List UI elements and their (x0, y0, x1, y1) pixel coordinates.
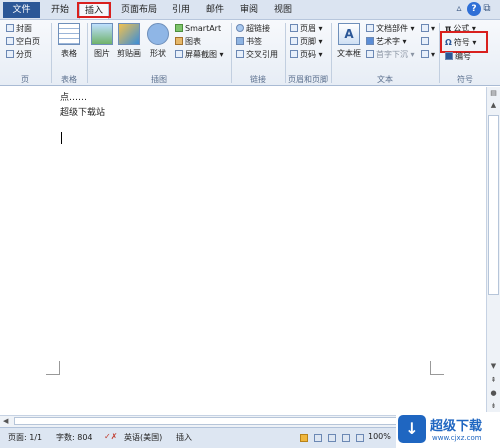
proofing-icon[interactable]: ✓✗ (104, 432, 117, 441)
next-page-icon[interactable]: ⇟ (488, 402, 499, 412)
header-icon (290, 24, 298, 32)
page-break-button[interactable]: 分页 (6, 49, 32, 60)
group-label-header-footer: 页眉和页脚 (288, 75, 328, 84)
table-button[interactable]: 表格 (55, 23, 83, 59)
ruler-toggle-icon[interactable]: ▤ (488, 89, 499, 99)
cover-page-button[interactable]: 封面 (6, 23, 32, 34)
ribbon-tab-bar: 文件 开始 插入 页面布局 引用 邮件 审阅 视图 ▵ ? ⧉ (0, 0, 500, 20)
tab-file[interactable]: 文件 (3, 2, 40, 18)
tab-references[interactable]: 引用 (168, 2, 194, 19)
tab-review[interactable]: 审阅 (236, 2, 262, 19)
shapes-button[interactable]: 形状 (146, 23, 170, 59)
cross-reference-icon (236, 50, 244, 58)
group-label-tables: 表格 (61, 75, 77, 84)
hyperlink-icon (236, 24, 244, 32)
header-button[interactable]: 页眉 ▾ (290, 23, 323, 34)
table-icon (58, 23, 80, 45)
object-icon (421, 50, 429, 58)
tab-page-layout[interactable]: 页面布局 (117, 2, 161, 19)
group-label-pages: 页 (21, 75, 29, 84)
footer-icon (290, 37, 298, 45)
screenshot-button[interactable]: 屏幕截图 ▾ (175, 49, 224, 60)
vertical-scrollbar[interactable]: ▤ ▲ ▼ ⇞ ● ⇟ (486, 87, 500, 415)
smartart-icon (175, 24, 183, 32)
draft-view-icon[interactable] (356, 434, 364, 442)
chart-icon (175, 37, 183, 45)
smartart-button[interactable]: SmartArt (175, 23, 221, 34)
tab-mailings[interactable]: 邮件 (202, 2, 228, 19)
insert-mode-status[interactable]: 插入 (176, 432, 192, 443)
web-layout-view-icon[interactable] (328, 434, 336, 442)
help-icon[interactable]: ? (467, 2, 481, 16)
clipart-icon (118, 23, 140, 45)
hyperlink-button[interactable]: 超链接 (236, 23, 270, 34)
tab-home[interactable]: 开始 (46, 2, 74, 19)
clipart-button[interactable]: 剪贴画 (114, 23, 144, 59)
outline-view-icon[interactable] (342, 434, 350, 442)
date-time-button[interactable] (421, 36, 431, 47)
text-cursor (61, 132, 62, 144)
drop-cap-icon (366, 50, 374, 58)
zoom-level[interactable]: 100% (368, 432, 391, 441)
date-time-icon (421, 37, 429, 45)
document-area[interactable]: 点…… 超级下载站 (0, 87, 486, 415)
blank-page-button[interactable]: 空白页 (6, 36, 40, 47)
textbox-button[interactable]: A 文本框 (334, 23, 364, 59)
margin-corner (46, 361, 60, 375)
minimize-ribbon-icon[interactable]: ▵ (452, 2, 466, 16)
page-count[interactable]: 页面: 1/1 (8, 432, 42, 443)
picture-icon (91, 23, 113, 45)
ribbon-insert: 封面 空白页 分页 页 表格 表格 图片 剪贴画 形状 SmartArt 图表 … (0, 20, 500, 86)
cover-page-icon (6, 24, 14, 32)
group-label-symbols: 符号 (457, 75, 473, 84)
object-button[interactable]: ▾ (421, 49, 435, 60)
wordart-button[interactable]: 艺术字 ▾ (366, 36, 407, 47)
scroll-down-icon[interactable]: ▼ (488, 362, 499, 372)
cross-reference-button[interactable]: 交叉引用 (236, 49, 278, 60)
group-label-links: 链接 (250, 75, 266, 84)
number-button[interactable]: 编号 (445, 51, 471, 62)
number-icon (445, 52, 453, 60)
download-icon: ↓ (398, 415, 426, 443)
textbox-icon: A (338, 23, 360, 45)
language-status[interactable]: 英语(美国) (124, 432, 162, 443)
watermark-text: 超级下载 (430, 419, 483, 434)
select-browse-icon[interactable]: ● (488, 389, 499, 399)
blank-page-icon (6, 37, 14, 45)
document-line-1: 点…… (60, 93, 88, 103)
shapes-icon (147, 23, 169, 45)
previous-page-icon[interactable]: ⇞ (488, 376, 499, 386)
document-line-2: 超级下载站 (60, 108, 106, 118)
page-break-icon (6, 50, 14, 58)
page-number-button[interactable]: 页码 ▾ (290, 49, 323, 60)
signature-line-icon (421, 24, 429, 32)
tab-view[interactable]: 视图 (270, 2, 296, 19)
footer-button[interactable]: 页脚 ▾ (290, 36, 323, 47)
group-label-text: 文本 (377, 75, 393, 84)
picture-button[interactable]: 图片 (90, 23, 114, 59)
highlight-insert-tab (77, 2, 111, 18)
print-layout-view-icon[interactable] (300, 434, 308, 442)
watermark-logo: ↓ 超级下载 www.cjxz.com (396, 412, 500, 448)
scroll-left-icon[interactable]: ◀ (3, 417, 8, 425)
wordart-icon (366, 37, 374, 45)
quick-parts-button[interactable]: 文档部件 ▾ (366, 23, 415, 34)
drop-cap-button[interactable]: 首字下沉 ▾ (366, 49, 415, 60)
scroll-up-icon[interactable]: ▲ (488, 101, 499, 111)
signature-line-button[interactable]: ▾ (421, 23, 435, 34)
bookmark-button[interactable]: 书签 (236, 36, 262, 47)
scroll-thumb[interactable] (488, 115, 499, 295)
restore-icon[interactable]: ⧉ (480, 2, 494, 16)
margin-corner (430, 361, 444, 375)
watermark-url: www.cjxz.com (432, 434, 482, 442)
screenshot-icon (175, 50, 183, 58)
quick-parts-icon (366, 24, 374, 32)
chart-button[interactable]: 图表 (175, 36, 201, 47)
full-screen-view-icon[interactable] (314, 434, 322, 442)
word-count[interactable]: 字数: 804 (56, 432, 93, 443)
bookmark-icon (236, 37, 244, 45)
page-number-icon (290, 50, 298, 58)
group-label-illustrations: 插图 (151, 75, 167, 84)
highlight-symbol-button (440, 31, 488, 53)
